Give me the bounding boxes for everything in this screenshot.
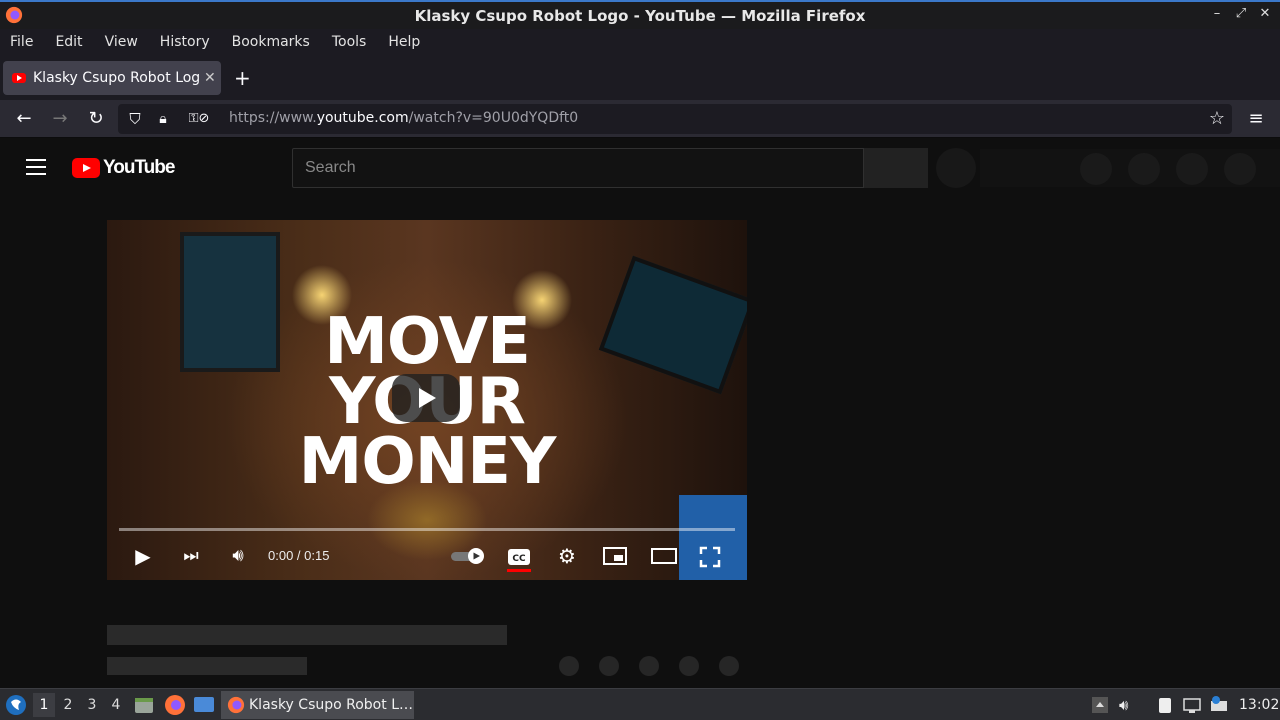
video-caption-line: MONEY — [298, 425, 557, 499]
miniplayer-icon[interactable] — [603, 547, 627, 565]
workspace-4[interactable]: 4 — [105, 697, 127, 713]
start-menu-icon[interactable] — [5, 694, 27, 716]
search-placeholder: Search — [305, 159, 356, 176]
firefox-launcher-icon[interactable] — [164, 694, 186, 716]
big-play-button[interactable] — [392, 374, 460, 422]
firefox-icon — [227, 696, 245, 714]
menu-history[interactable]: History — [160, 34, 210, 50]
menu-tools[interactable]: Tools — [332, 34, 367, 50]
video-player[interactable]: MOVE YOUR MONEY ▶ ⏭ 🔊︎ 0:00 / 0:15 CC ⚙ — [107, 220, 747, 580]
menu-bar: File Edit View History Bookmarks Tools H… — [0, 29, 1280, 54]
progress-bar[interactable] — [119, 528, 735, 531]
menu-view[interactable]: View — [105, 34, 138, 50]
menu-edit[interactable]: Edit — [55, 34, 82, 50]
youtube-header: YouTube Search — [0, 139, 1280, 197]
notification-icon[interactable] — [1210, 696, 1228, 714]
volume-tray-icon[interactable]: 🔊︎ — [1119, 696, 1137, 714]
placeholder-icon — [1080, 153, 1112, 185]
taskbar: 1 2 3 4 Klasky Csupo Robot L… 🔊︎ 13:02 — [0, 688, 1280, 720]
youtube-play-icon — [72, 158, 100, 178]
theater-mode-icon[interactable] — [651, 547, 677, 565]
captions-active-underline — [507, 569, 531, 572]
voice-search-button[interactable] — [936, 148, 976, 188]
action-placeholder — [599, 656, 619, 676]
back-button[interactable]: ← — [13, 108, 35, 130]
action-placeholder — [679, 656, 699, 676]
file-manager-icon[interactable] — [134, 695, 154, 715]
lock-icon[interactable]: 🔒︎ — [152, 108, 174, 130]
forward-button[interactable]: → — [49, 108, 71, 130]
placeholder-icon — [1128, 153, 1160, 185]
network-icon[interactable] — [1183, 696, 1201, 714]
reload-button[interactable]: ↻ — [85, 108, 107, 130]
next-video-icon[interactable]: ⏭ — [179, 544, 203, 568]
tab-strip: Klasky Csupo Robot Logo ✕ + — [0, 54, 1280, 100]
closed-captions-icon[interactable]: CC — [507, 547, 531, 567]
close-window-button[interactable]: ✕ — [1258, 6, 1272, 21]
browser-tab[interactable]: Klasky Csupo Robot Logo ✕ — [3, 61, 221, 95]
title-placeholder — [107, 625, 507, 645]
youtube-logo[interactable]: YouTube — [72, 157, 175, 179]
settings-gear-icon[interactable]: ⚙ — [555, 544, 579, 568]
placeholder-icon — [1176, 153, 1208, 185]
task-label: Klasky Csupo Robot L… — [249, 697, 413, 713]
autoplay-toggle-icon[interactable] — [450, 548, 486, 564]
time-display: 0:00 / 0:15 — [268, 548, 330, 563]
tab-label: Klasky Csupo Robot Logo — [33, 70, 199, 86]
video-caption-line: MOVE — [324, 305, 531, 379]
desktop-icon[interactable] — [193, 695, 215, 715]
workspace-1[interactable]: 1 — [33, 693, 55, 717]
menu-file[interactable]: File — [10, 34, 33, 50]
svg-text:CC: CC — [512, 554, 526, 564]
bookmark-star-icon[interactable]: ☆ — [1206, 108, 1228, 130]
menu-help[interactable]: Help — [388, 34, 420, 50]
tray-expand-icon[interactable] — [1091, 696, 1109, 714]
play-icon[interactable]: ▶ — [131, 544, 155, 568]
maximize-button[interactable]: ⤢ — [1234, 6, 1248, 21]
taskbar-task-firefox[interactable]: Klasky Csupo Robot L… — [221, 691, 414, 719]
workspace-3[interactable]: 3 — [81, 697, 103, 713]
search-input[interactable]: Search — [292, 148, 864, 188]
action-placeholder — [719, 656, 739, 676]
window-title: Klasky Csupo Robot Logo - YouTube — Mozi… — [414, 7, 866, 25]
app-menu-icon[interactable]: ≡ — [1245, 108, 1267, 130]
fullscreen-icon[interactable] — [699, 546, 721, 568]
navigation-bar: ← → ↻ ⛉ 🔒︎ ⚿⊘ https://www.youtube.com/wa… — [0, 100, 1280, 138]
clipboard-icon[interactable] — [1156, 696, 1174, 714]
workspace-2[interactable]: 2 — [57, 697, 79, 713]
placeholder-icon — [1224, 153, 1256, 185]
permissions-icon[interactable]: ⚿⊘ — [182, 108, 216, 130]
search-button[interactable] — [864, 148, 928, 188]
new-tab-button[interactable]: + — [234, 66, 251, 90]
action-placeholder — [559, 656, 579, 676]
volume-icon[interactable]: 🔊︎ — [226, 544, 250, 568]
tracking-shield-icon[interactable]: ⛉ — [124, 108, 146, 130]
minimize-button[interactable]: – — [1210, 6, 1224, 21]
guide-menu-icon[interactable] — [26, 159, 46, 175]
youtube-favicon-icon — [12, 73, 26, 83]
url-text[interactable]: https://www.youtube.com/watch?v=90U0dYQD… — [229, 110, 578, 126]
menu-bookmarks[interactable]: Bookmarks — [232, 34, 310, 50]
channel-placeholder — [107, 657, 307, 675]
close-tab-icon[interactable]: ✕ — [204, 70, 216, 86]
window-titlebar: Klasky Csupo Robot Logo - YouTube — Mozi… — [0, 0, 1280, 29]
youtube-wordmark: YouTube — [103, 157, 175, 178]
clock: 13:02 — [1239, 697, 1280, 713]
action-placeholder — [639, 656, 659, 676]
